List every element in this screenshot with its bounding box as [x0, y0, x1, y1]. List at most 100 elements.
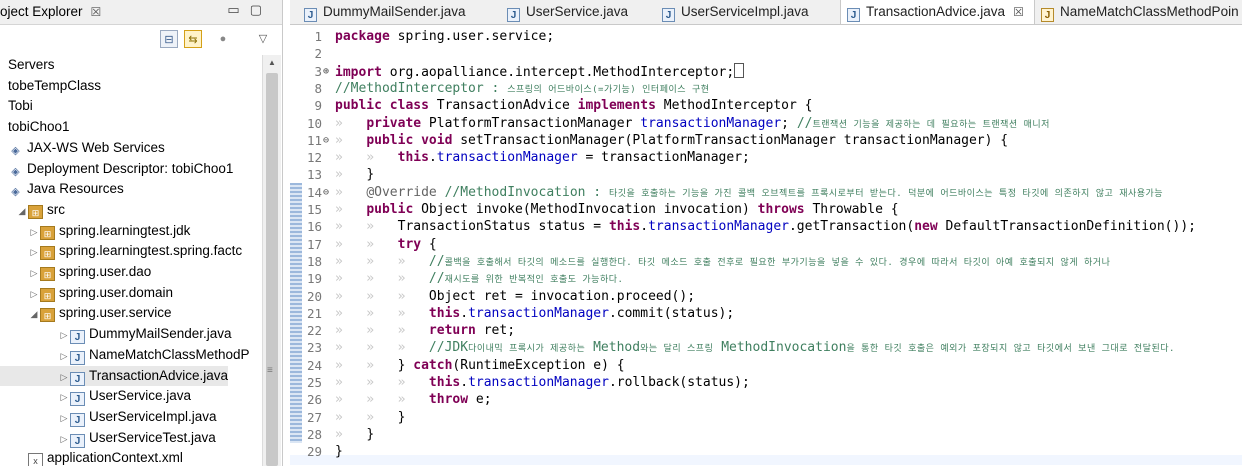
tree-item[interactable]: ◢ ⊞ spring.user.service [0, 303, 172, 323]
expand-icon[interactable]: ▷ [58, 346, 70, 366]
close-icon[interactable]: ☒ [1013, 5, 1024, 19]
package-icon: ⊞ [28, 204, 43, 219]
code-text: » » this.transactionManager = transactio… [335, 150, 750, 166]
tree-item-label: spring.learningtest.spring.factc [59, 243, 243, 259]
tree-item[interactable]: ▷ J NameMatchClassMethodP [0, 345, 250, 365]
code-line[interactable]: 8 //MethodInterceptor : 스프링의 어드바이스(=가기능) … [290, 80, 1242, 97]
tree-item-label: src [47, 201, 65, 217]
collapse-all-icon[interactable]: ⊟ [160, 30, 178, 48]
line-number: 2 [314, 46, 322, 62]
editor-tabs: J DummyMailSender.java J UserService.java J U… [290, 0, 1242, 25]
code-line[interactable]: 16 » » TransactionStatus status = this.tr… [290, 218, 1242, 235]
editor-tab[interactable]: J NameMatchClassMethodPoin [1035, 0, 1242, 24]
scroll-up-icon[interactable]: ▲ [263, 55, 281, 71]
close-icon[interactable]: ☒ [91, 5, 102, 19]
tree-item[interactable]: ◈ Deployment Descriptor: tobiChoo1 [0, 159, 233, 179]
link-with-editor-icon[interactable]: ⇆ [184, 30, 202, 48]
code-line[interactable]: 24 » » } catch(RuntimeException e) { [290, 357, 1242, 374]
expand-icon[interactable]: ▷ [28, 284, 40, 304]
tree-item[interactable]: ◈ Java Resources [0, 179, 124, 199]
expand-icon[interactable]: ▷ [58, 408, 70, 428]
expand-icon[interactable]: ▷ [58, 367, 70, 387]
editor-tab-label: NameMatchClassMethodPoin [1060, 4, 1239, 19]
explorer-tab[interactable]: oject Explorer ☒ [0, 0, 107, 24]
expand-icon[interactable]: ▷ [28, 263, 40, 283]
code-line[interactable]: 27 » » } [290, 409, 1242, 426]
expand-icon[interactable]: ▷ [58, 429, 70, 449]
tree-item[interactable]: ▷ J TransactionAdvice.java [0, 365, 229, 387]
tree-item[interactable]: ▷ J UserServiceImpl.java [0, 407, 217, 427]
code-line[interactable]: 19 » » » //재시도를 위한 반복적인 호출도 가능하다. [290, 270, 1242, 287]
code-line[interactable]: 18 » » » //콜백을 호출해서 타깃의 메소드를 실행한다. 타깃 메소드… [290, 253, 1242, 270]
scroll-thumb[interactable] [266, 73, 278, 466]
code-line[interactable]: 2 [290, 45, 1242, 62]
view-menu-icon[interactable]: ▽ [254, 30, 272, 48]
tree-item[interactable]: ▷ ⊞ spring.user.domain [0, 283, 173, 303]
code-line[interactable]: 3 ⊕ import org.aopalliance.intercept.Metho… [290, 62, 1242, 80]
code-line[interactable]: 12 » » this.transactionManager = transact… [290, 149, 1242, 166]
tree-item[interactable]: ▷ J DummyMailSender.java [0, 324, 232, 345]
code-line[interactable]: 23 » » » //JDK다이내믹 프록시가 제공하는 Method와는 달리 … [290, 339, 1242, 356]
tree-item[interactable]: ◈ JAX-WS Web Services [0, 138, 165, 158]
line-number: 28 [306, 426, 322, 442]
line-number: 12 [306, 150, 322, 166]
tree-item[interactable]: ◢ ⊞ src [0, 200, 65, 220]
editor-tab[interactable]: J TransactionAdvice.java ☒ [840, 0, 1035, 24]
tree-item[interactable]: Servers [0, 55, 55, 75]
line-number: 13 [306, 167, 322, 183]
code-line[interactable]: 13 » } [290, 166, 1242, 183]
editor-tab[interactable]: J UserService.java [501, 0, 638, 24]
tree-item[interactable]: tobiChoo1 [0, 117, 70, 137]
expand-icon[interactable]: ▷ [58, 325, 70, 345]
tree-item-label: spring.user.service [59, 305, 172, 321]
collapse-icon[interactable]: ◢ [28, 304, 40, 324]
tree-item[interactable]: ▷ ⊞ spring.user.dao [0, 262, 151, 282]
collapse-fold-icon[interactable]: ⊖ [323, 184, 329, 201]
expand-fold-icon[interactable]: ⊕ [323, 63, 329, 80]
editor-tab[interactable]: J DummyMailSender.java [298, 0, 476, 24]
tree-item[interactable]: x applicationContext.xml [0, 448, 183, 466]
code-line[interactable]: 26 » » » throw e; [290, 391, 1242, 408]
tree-item[interactable]: ▷ J UserService.java [0, 386, 191, 407]
code-line[interactable]: 22 » » » return ret; [290, 322, 1242, 339]
collapse-icon[interactable]: ◢ [16, 201, 28, 221]
code-line[interactable]: 25 » » » this.transactionManager.rollback… [290, 374, 1242, 391]
line-number: 29 [306, 444, 322, 460]
explorer-scrollbar[interactable]: ▲ ≡ [262, 55, 281, 466]
line-number: 1 [314, 29, 322, 44]
code-editor[interactable]: 1 package spring.user.service; 2 3 ⊕ import o… [290, 25, 1242, 466]
window-buttons[interactable]: ▭▢ [227, 2, 272, 18]
code-line[interactable]: 15 » public Object invoke(MethodInvocatio… [290, 201, 1242, 218]
code-line[interactable]: 1 package spring.user.service; [290, 28, 1242, 45]
tree-item[interactable]: ▷ ⊞ spring.learningtest.jdk [0, 221, 190, 241]
collapse-fold-icon[interactable]: ⊖ [323, 132, 329, 149]
code-line[interactable]: 11 ⊖ » public void setTransactionManager(P… [290, 132, 1242, 149]
filter-icon[interactable]: ● [214, 30, 232, 48]
tree-item[interactable]: tobeTempClass [0, 76, 101, 96]
code-line[interactable]: 17 » » try { [290, 236, 1242, 253]
explorer-tabbar: oject Explorer ☒ ▭▢ [0, 0, 282, 25]
tree-item[interactable]: ▷ J UserServiceTest.java [0, 428, 216, 448]
code-line[interactable]: 9 public class TransactionAdvice implemen… [290, 97, 1242, 114]
code-line[interactable]: 21 » » » this.transactionManager.commit(s… [290, 305, 1242, 322]
code-line[interactable]: 29} [290, 443, 1242, 460]
code-line[interactable]: 14 ⊖ » @Override //MethodInvocation : 타깃을 … [290, 184, 1242, 201]
code-text: » private PlatformTransactionManager tra… [335, 115, 1050, 131]
tree-item[interactable]: Tobi [0, 96, 33, 116]
line-number: 16 [306, 219, 322, 235]
package-icon: ⊞ [40, 287, 55, 302]
java-file-icon: J [70, 330, 85, 345]
java-file-icon: J [507, 8, 520, 22]
package-icon: ⊞ [40, 246, 55, 261]
code-line[interactable]: 28 » } [290, 426, 1242, 443]
code-line[interactable]: 10 » private PlatformTransactionManager t… [290, 115, 1242, 132]
editor-tab[interactable]: J UserServiceImpl.java [656, 0, 819, 24]
expand-icon[interactable]: ▷ [28, 242, 40, 262]
tree-item-label: tobiChoo1 [8, 119, 70, 135]
expand-icon[interactable]: ▷ [58, 387, 70, 407]
tree-item-label: Java Resources [27, 181, 124, 197]
tree-item[interactable]: ▷ ⊞ spring.learningtest.spring.factc [0, 241, 242, 261]
tree-item-label: spring.user.dao [59, 264, 152, 279]
code-line[interactable]: 20 » » » Object ret = invocation.proceed(… [290, 288, 1242, 305]
expand-icon[interactable]: ▷ [28, 222, 40, 242]
